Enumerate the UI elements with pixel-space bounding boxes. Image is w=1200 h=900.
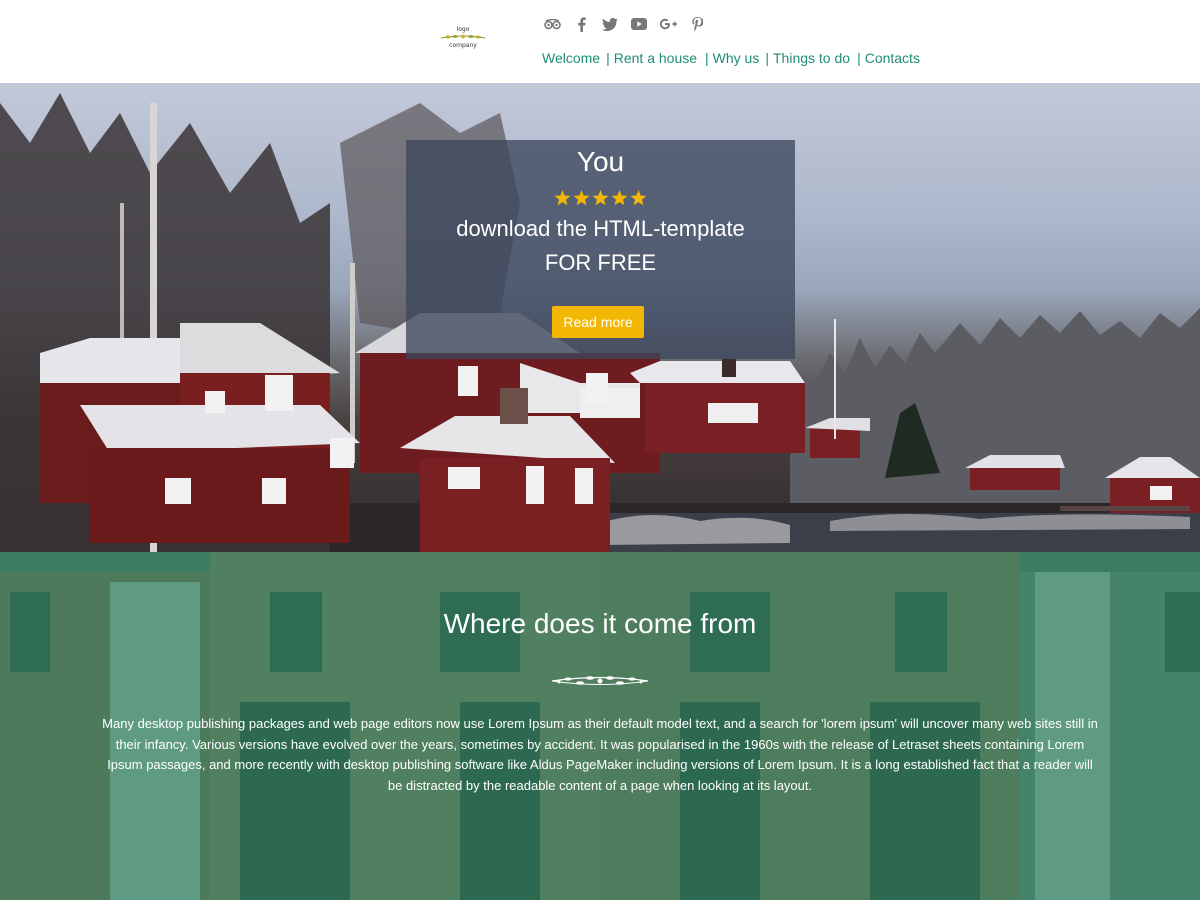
google-plus-icon[interactable]	[656, 14, 680, 34]
promo-overlay-card: You download the HTML-template FOR FREE …	[406, 140, 795, 359]
nav-separator: |	[705, 50, 709, 66]
site-header: logo company Welcome | Rent a house | Wh…	[0, 0, 1200, 83]
section-heading: Where does it come from	[443, 608, 757, 639]
twitter-icon[interactable]	[598, 14, 622, 34]
logo-text-top: logo	[456, 26, 470, 33]
promo-subtitle: download the HTML-template	[456, 216, 745, 241]
promo-tagline: FOR FREE	[544, 250, 657, 275]
nav-item-contacts[interactable]: Contacts	[865, 50, 920, 66]
star-icon	[611, 190, 628, 206]
logo-text-bottom: company	[449, 42, 477, 49]
facebook-icon[interactable]	[569, 14, 593, 34]
about-section: Where does it come from Many desktop pub…	[0, 552, 1200, 900]
hero-banner: You download the HTML-template FOR FREE …	[0, 83, 1200, 552]
nav-item-things-to-do[interactable]: Things to do	[773, 50, 850, 66]
star-icon	[592, 190, 609, 206]
rating-stars	[406, 190, 795, 206]
nav-item-why-us[interactable]: Why us	[713, 50, 760, 66]
logo-leaf-icon	[440, 34, 486, 39]
star-icon	[554, 190, 571, 206]
main-nav: Welcome | Rent a house | Why us | Things…	[542, 50, 920, 66]
pinterest-icon[interactable]	[685, 14, 709, 34]
promo-title: You	[576, 146, 625, 177]
logo[interactable]: logo company	[438, 26, 488, 56]
tripadvisor-icon[interactable]	[540, 14, 564, 34]
nav-item-welcome[interactable]: Welcome	[542, 50, 600, 66]
read-more-button[interactable]: Read more	[552, 306, 644, 338]
floral-divider-icon	[551, 676, 649, 685]
nav-separator: |	[765, 50, 769, 66]
nav-item-rent-a-house[interactable]: Rent a house	[614, 50, 697, 66]
nav-separator: |	[857, 50, 861, 66]
social-links	[540, 14, 714, 34]
star-icon	[573, 190, 590, 206]
section-body-text: Many desktop publishing packages and web…	[102, 716, 1098, 793]
star-icon	[630, 190, 647, 206]
youtube-icon[interactable]	[627, 14, 651, 34]
nav-separator: |	[606, 50, 610, 66]
